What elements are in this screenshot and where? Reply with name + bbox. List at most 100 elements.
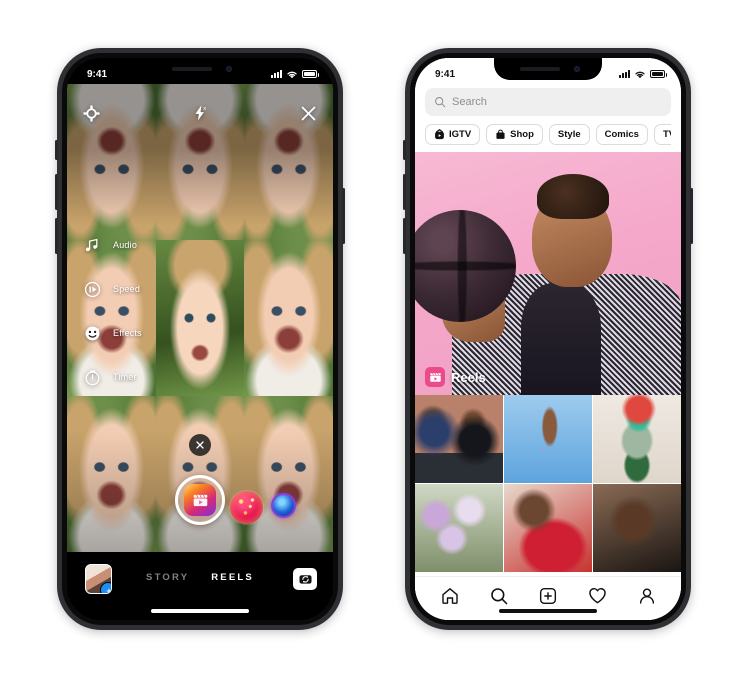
home-indicator[interactable] [151,609,249,613]
tool-audio[interactable]: Audio [81,234,142,256]
instagram-tab-bar [415,576,681,620]
search-placeholder: Search [452,96,487,108]
reels-label-badge: Reels [425,367,486,387]
mode-story[interactable]: STORY [146,572,189,583]
hero-reels-post[interactable]: Reels [415,152,681,395]
right-phone-device: 9:41 Search IGTV Shop Style Comics T Ree… [403,48,693,630]
category-chips: IGTV Shop Style Comics T [425,116,671,152]
mute-switch[interactable] [55,140,58,160]
notch [494,58,602,80]
status-indicators [271,70,319,79]
svg-text:x: x [203,106,206,112]
earpiece-speaker [520,67,560,71]
volume-up-button[interactable] [403,174,406,210]
wifi-icon [635,71,645,78]
left-phone-device: 9:41 x Audio Speed Effects Timer + STORY… [55,48,345,630]
chip-label: Shop [510,129,534,140]
tab-activity[interactable] [587,585,608,606]
status-indicators [619,70,667,79]
chip-igtv[interactable]: IGTV [425,124,481,145]
mute-switch[interactable] [403,140,406,160]
chip-comics[interactable]: Comics [595,124,648,145]
search-icon [435,97,446,108]
camera-tool-rail: Audio Speed Effects Timer [81,234,142,388]
left-phone-bezel: 9:41 x Audio Speed Effects Timer + STORY… [62,53,338,625]
gallery-add-badge: + [106,586,112,594]
instagram-explore-screen: 9:41 Search IGTV Shop Style Comics T Ree… [415,58,681,620]
search-input[interactable]: Search [425,88,671,116]
effect-red-glitter[interactable] [230,491,263,524]
plus-square-icon [539,587,556,604]
tool-label: Timer [113,372,137,382]
front-camera-icon [226,66,232,72]
capture-controls [67,474,333,526]
home-indicator[interactable] [499,609,597,613]
chip-label: TV & Movies [662,129,671,140]
tab-home[interactable] [440,586,460,606]
tile-colorful-outfit[interactable] [593,395,681,483]
status-time: 9:41 [435,68,456,80]
timer-clock-icon [81,366,103,388]
mode-reels[interactable]: REELS [211,572,254,583]
front-camera-icon [574,66,580,72]
battery-full-icon [650,70,667,78]
left-phone-screen: 9:41 x Audio Speed Effects Timer + STORY… [67,58,333,620]
music-note-icon [81,234,103,256]
close-x-icon[interactable] [300,105,317,122]
tab-search[interactable] [489,586,509,606]
search-icon [490,587,507,604]
effect-blue-orb[interactable] [271,493,296,518]
tool-timer[interactable]: Timer [81,366,142,388]
flash-off-icon[interactable]: x [192,104,209,122]
shopping-bag-icon [496,129,505,139]
volume-down-button[interactable] [403,218,406,254]
igtv-icon [435,129,444,140]
reels-clapper-icon [425,367,445,387]
tool-label: Audio [113,240,138,250]
hero-person-shirt [521,283,602,395]
camera-settings-icon[interactable] [83,105,100,122]
explore-grid [415,395,681,572]
chip-style[interactable]: Style [548,124,590,145]
right-phone-bezel: 9:41 Search IGTV Shop Style Comics T Ree… [410,53,686,625]
earpiece-speaker [172,67,212,71]
signal-bars-icon [619,70,630,78]
battery-full-icon [302,70,319,78]
flip-camera-icon[interactable] [293,568,317,590]
tab-create[interactable] [538,586,558,606]
tile-glitter-hand-sky[interactable] [504,395,592,483]
hero-person-hair [537,173,610,220]
right-phone-screen: 9:41 Search IGTV Shop Style Comics T Ree… [415,58,681,620]
screenshot-canvas: 9:41 x Audio Speed Effects Timer + STORY… [0,0,740,689]
tile-flowers[interactable] [415,484,503,572]
volume-up-button[interactable] [55,174,58,210]
camera-top-controls: x [67,98,333,128]
power-button[interactable] [342,188,345,244]
tool-effects[interactable]: Effects [81,322,142,344]
record-shutter-button[interactable] [175,475,225,525]
speed-gauge-icon [81,278,103,300]
chip-shop[interactable]: Shop [486,124,543,145]
power-button[interactable] [690,188,693,244]
tab-profile[interactable] [637,586,657,606]
chip-label: Comics [604,129,639,140]
reels-label: Reels [451,369,486,385]
close-x-icon [196,441,204,449]
tool-speed[interactable]: Speed [81,278,142,300]
dismiss-effect-button[interactable] [189,434,211,456]
volume-down-button[interactable] [55,218,58,254]
tile-two-people-desk[interactable] [415,395,503,483]
wifi-icon [287,71,297,78]
tile-red-portrait[interactable] [504,484,592,572]
home-icon [441,587,458,604]
tool-label: Speed [113,284,141,294]
explore-feed[interactable]: Reels [415,152,681,620]
person-icon [639,587,654,604]
tile-dark-portrait[interactable] [593,484,681,572]
reels-clapper-icon [184,484,216,516]
chip-label: IGTV [449,129,472,140]
tool-label: Effects [113,328,142,338]
smiley-face-icon [81,322,103,344]
chip-tv-and-movies[interactable]: TV & Movies [653,124,671,145]
signal-bars-icon [271,70,282,78]
